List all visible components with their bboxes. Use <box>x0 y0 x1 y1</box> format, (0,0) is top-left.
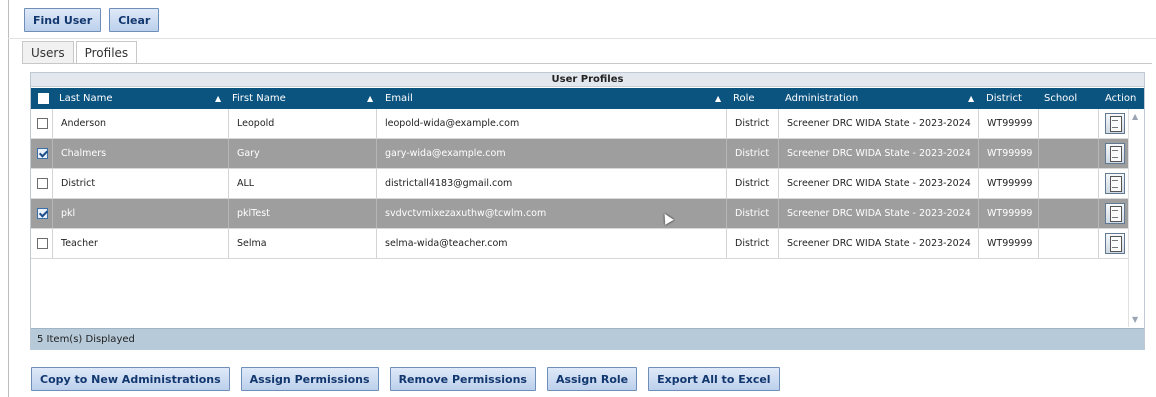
cell-district: WT99999 <box>979 169 1039 198</box>
clipboard-icon[interactable] <box>1105 143 1125 164</box>
cell-first-name: pklTest <box>229 199 377 228</box>
tab-profiles[interactable]: Profiles <box>75 41 138 64</box>
table-row[interactable]: District ALL districtall4183@gmail.com D… <box>31 169 1128 199</box>
grid-header-row: Last Name ▲ First Name ▲ Email ▲ Role Ad… <box>31 88 1144 109</box>
cell-first-name: Leopold <box>229 109 377 138</box>
find-user-button[interactable]: Find User <box>24 8 102 32</box>
cell-district: WT99999 <box>979 139 1039 168</box>
remove-permissions-button[interactable]: Remove Permissions <box>389 367 536 391</box>
cell-role: District <box>727 229 779 258</box>
cell-last-name: Teacher <box>53 229 229 258</box>
row-checkbox[interactable] <box>37 178 48 189</box>
sort-asc-icon[interactable]: ▲ <box>715 88 721 109</box>
clipboard-icon[interactable] <box>1105 113 1125 134</box>
table-row[interactable]: Chalmers Gary gary-wida@example.com Dist… <box>31 139 1128 169</box>
column-header-administration[interactable]: Administration <box>785 88 858 109</box>
cell-administration: Screener DRC WIDA State - 2023-2024 <box>779 109 979 138</box>
cell-role: District <box>727 169 779 198</box>
cell-district: WT99999 <box>979 199 1039 228</box>
row-checkbox[interactable] <box>37 238 48 249</box>
export-all-to-excel-button[interactable]: Export All to Excel <box>648 367 780 391</box>
tab-users[interactable]: Users <box>22 41 74 63</box>
sort-asc-icon[interactable]: ▲ <box>215 88 221 109</box>
cell-administration: Screener DRC WIDA State - 2023-2024 <box>779 169 979 198</box>
clipboard-icon[interactable] <box>1105 173 1125 194</box>
sort-asc-icon[interactable]: ▲ <box>968 88 974 109</box>
grid-footer-status: 5 Item(s) Displayed <box>31 328 1144 350</box>
cell-school <box>1039 229 1099 258</box>
cell-role: District <box>727 139 779 168</box>
grid-body: Anderson Leopold leopold-wida@example.co… <box>31 109 1144 327</box>
table-row[interactable]: pkl pklTest svdvctvmixezaxuthw@tcwlm.com… <box>31 199 1128 229</box>
cell-last-name: pkl <box>53 199 229 228</box>
copy-to-new-administrations-button[interactable]: Copy to New Administrations <box>31 367 230 391</box>
clear-button[interactable]: Clear <box>109 8 160 32</box>
toolbar-divider <box>8 38 1156 39</box>
cell-school <box>1039 139 1099 168</box>
tab-underline <box>22 63 1152 64</box>
cell-role: District <box>727 109 779 138</box>
cell-role: District <box>727 199 779 228</box>
cell-school <box>1039 109 1099 138</box>
cell-administration: Screener DRC WIDA State - 2023-2024 <box>779 229 979 258</box>
cell-administration: Screener DRC WIDA State - 2023-2024 <box>779 199 979 228</box>
search-toolbar: Find User Clear <box>24 8 160 32</box>
grid-title: User Profiles <box>31 73 1144 87</box>
vertical-scrollbar[interactable]: ▲ ▼ <box>1128 109 1144 327</box>
cell-email: leopold-wida@example.com <box>377 109 727 138</box>
cell-email: gary-wida@example.com <box>377 139 727 168</box>
action-toolbar: Copy to New Administrations Assign Permi… <box>31 367 780 391</box>
cell-email: svdvctvmixezaxuthw@tcwlm.com <box>377 199 727 228</box>
cell-school <box>1039 199 1099 228</box>
column-header-district[interactable]: District <box>986 88 1022 109</box>
column-header-last-name[interactable]: Last Name <box>59 88 113 109</box>
clipboard-icon[interactable] <box>1105 203 1125 224</box>
column-header-action: Action <box>1105 93 1137 104</box>
row-checkbox[interactable] <box>37 148 48 159</box>
cell-email: selma-wida@teacher.com <box>377 229 727 258</box>
cell-school <box>1039 169 1099 198</box>
cell-district: WT99999 <box>979 229 1039 258</box>
chevron-up-icon[interactable]: ▲ <box>1132 112 1138 121</box>
cell-first-name: Selma <box>229 229 377 258</box>
cell-administration: Screener DRC WIDA State - 2023-2024 <box>779 139 979 168</box>
clipboard-icon[interactable] <box>1105 233 1125 254</box>
assign-permissions-button[interactable]: Assign Permissions <box>240 367 379 391</box>
column-header-role[interactable]: Role <box>733 88 755 109</box>
assign-role-button[interactable]: Assign Role <box>546 367 638 391</box>
cell-last-name: Anderson <box>53 109 229 138</box>
tab-strip: Users Profiles <box>22 41 139 64</box>
row-checkbox[interactable] <box>37 118 48 129</box>
cell-first-name: ALL <box>229 169 377 198</box>
cell-last-name: District <box>53 169 229 198</box>
column-header-school[interactable]: School <box>1044 88 1077 109</box>
left-border <box>8 0 9 397</box>
column-header-first-name[interactable]: First Name <box>232 88 286 109</box>
cell-district: WT99999 <box>979 109 1039 138</box>
table-row[interactable]: Anderson Leopold leopold-wida@example.co… <box>31 109 1128 139</box>
cell-first-name: Gary <box>229 139 377 168</box>
table-row[interactable]: Teacher Selma selma-wida@teacher.com Dis… <box>31 229 1128 259</box>
cell-last-name: Chalmers <box>53 139 229 168</box>
row-checkbox[interactable] <box>37 208 48 219</box>
column-header-email[interactable]: Email <box>385 88 413 109</box>
chevron-down-icon[interactable]: ▼ <box>1132 315 1138 324</box>
sort-asc-icon[interactable]: ▲ <box>367 88 373 109</box>
select-all-checkbox[interactable] <box>38 93 49 104</box>
user-profiles-grid: User Profiles Last Name ▲ First Name ▲ E… <box>30 72 1145 350</box>
cell-email: districtall4183@gmail.com <box>377 169 727 198</box>
